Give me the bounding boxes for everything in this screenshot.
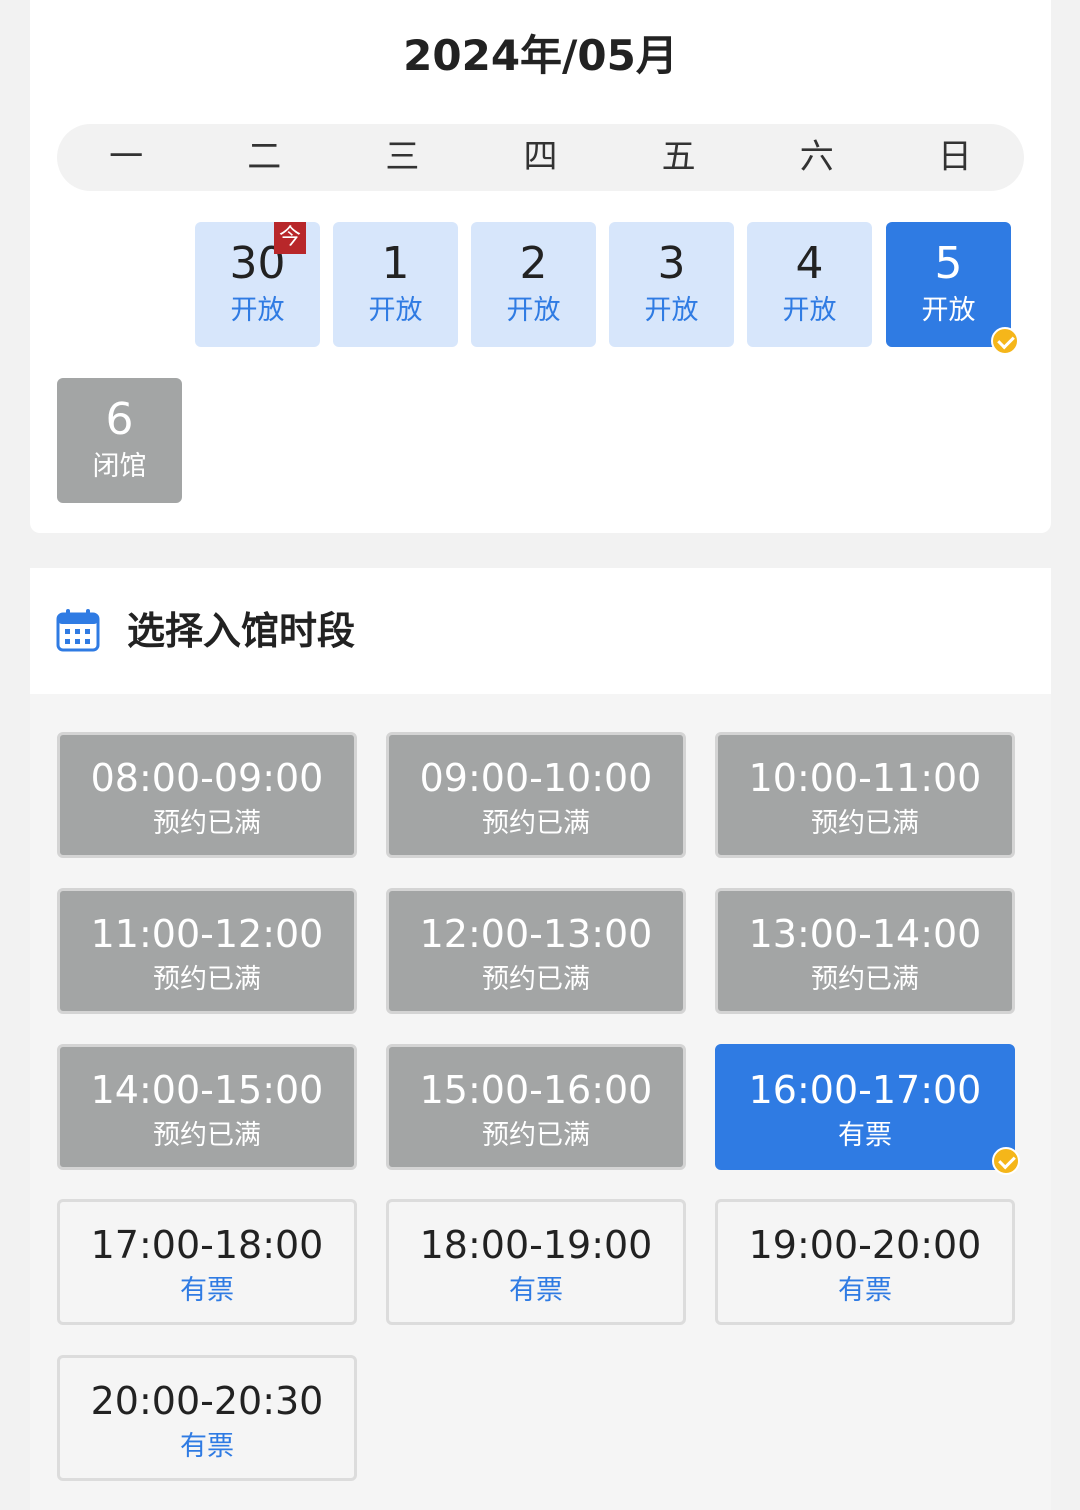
slot-time: 11:00-12:00 bbox=[90, 912, 324, 956]
day-cell-6: 6 闭馆 bbox=[57, 378, 182, 503]
time-slot: 11:00-12:00 预约已满 bbox=[57, 888, 357, 1014]
slot-status: 有票 bbox=[180, 1431, 234, 1462]
weekday-tue: 二 bbox=[247, 137, 282, 177]
weekday-sun: 日 bbox=[937, 137, 972, 177]
day-number: 3 bbox=[657, 238, 686, 289]
time-slot: 12:00-13:00 预约已满 bbox=[386, 888, 686, 1014]
slot-status: 预约已满 bbox=[811, 808, 919, 839]
time-slot-grid: 08:00-09:00 预约已满 09:00-10:00 预约已满 10:00-… bbox=[30, 694, 1051, 1510]
slot-status: 预约已满 bbox=[153, 1120, 261, 1151]
slots-header: 选择入馆时段 bbox=[30, 568, 1051, 694]
day-cell-3[interactable]: 3 开放 bbox=[609, 222, 734, 347]
time-slot: 14:00-15:00 预约已满 bbox=[57, 1044, 357, 1170]
day-cell-2[interactable]: 2 开放 bbox=[471, 222, 596, 347]
time-slot: 08:00-09:00 预约已满 bbox=[57, 732, 357, 858]
slot-time: 08:00-09:00 bbox=[90, 756, 324, 800]
slot-time: 15:00-16:00 bbox=[419, 1068, 653, 1112]
weekday-thu: 四 bbox=[523, 137, 558, 177]
day-status: 开放 bbox=[506, 295, 561, 326]
slot-status: 预约已满 bbox=[482, 964, 590, 995]
day-number: 2 bbox=[519, 238, 548, 289]
slot-status: 有票 bbox=[838, 1275, 892, 1306]
time-slot[interactable]: 19:00-20:00 有票 bbox=[715, 1199, 1015, 1325]
day-status: 开放 bbox=[230, 295, 285, 326]
time-slot: 10:00-11:00 预约已满 bbox=[715, 732, 1015, 858]
time-slot[interactable]: 20:00-20:30 有票 bbox=[57, 1355, 357, 1481]
slot-time: 19:00-20:00 bbox=[748, 1223, 982, 1267]
slot-status: 有票 bbox=[509, 1275, 563, 1306]
calendar-card: 2024年/05月 一 二 三 四 五 六 日 今 30 开放 1 开放 2 开… bbox=[30, 0, 1051, 533]
today-badge: 今 bbox=[274, 222, 306, 254]
day-number: 1 bbox=[381, 238, 410, 289]
slot-time: 10:00-11:00 bbox=[748, 756, 982, 800]
day-status: 开放 bbox=[368, 295, 423, 326]
slot-time: 17:00-18:00 bbox=[90, 1223, 324, 1267]
slot-time: 09:00-10:00 bbox=[419, 756, 653, 800]
check-icon bbox=[992, 1147, 1020, 1175]
time-slot: 13:00-14:00 预约已满 bbox=[715, 888, 1015, 1014]
day-cell-30[interactable]: 今 30 开放 bbox=[195, 222, 320, 347]
slot-time: 13:00-14:00 bbox=[748, 912, 982, 956]
weekday-sat: 六 bbox=[799, 137, 834, 177]
slot-time: 20:00-20:30 bbox=[90, 1379, 324, 1423]
day-number: 5 bbox=[934, 238, 963, 289]
weekday-wed: 三 bbox=[385, 137, 420, 177]
slot-status: 预约已满 bbox=[482, 1120, 590, 1151]
slot-status: 预约已满 bbox=[811, 964, 919, 995]
day-cell-1[interactable]: 1 开放 bbox=[333, 222, 458, 347]
day-status: 开放 bbox=[921, 295, 976, 326]
slot-status: 预约已满 bbox=[153, 964, 261, 995]
day-number: 6 bbox=[105, 394, 134, 445]
day-cell-5-selected[interactable]: 5 开放 bbox=[886, 222, 1019, 355]
slot-time: 18:00-19:00 bbox=[419, 1223, 653, 1267]
slot-time: 14:00-15:00 bbox=[90, 1068, 324, 1112]
day-status: 开放 bbox=[782, 295, 837, 326]
time-slot-selected[interactable]: 16:00-17:00 有票 bbox=[715, 1044, 1020, 1175]
slot-status: 有票 bbox=[180, 1275, 234, 1306]
slot-status: 有票 bbox=[838, 1120, 892, 1151]
weekday-header: 一 二 三 四 五 六 日 bbox=[57, 124, 1024, 191]
slot-status: 预约已满 bbox=[482, 808, 590, 839]
month-title: 2024年/05月 bbox=[403, 31, 678, 80]
slot-time: 16:00-17:00 bbox=[748, 1068, 982, 1112]
weekday-mon: 一 bbox=[109, 137, 144, 177]
time-slot[interactable]: 18:00-19:00 有票 bbox=[386, 1199, 686, 1325]
slot-status: 预约已满 bbox=[153, 808, 261, 839]
section-title: 选择入馆时段 bbox=[127, 609, 356, 653]
calendar-icon bbox=[56, 609, 100, 652]
day-cell-4[interactable]: 4 开放 bbox=[747, 222, 872, 347]
time-slot: 15:00-16:00 预约已满 bbox=[386, 1044, 686, 1170]
day-status: 闭馆 bbox=[92, 451, 147, 482]
day-number: 4 bbox=[795, 238, 824, 289]
time-slot[interactable]: 17:00-18:00 有票 bbox=[57, 1199, 357, 1325]
weekday-fri: 五 bbox=[661, 137, 696, 177]
slot-time: 12:00-13:00 bbox=[419, 912, 653, 956]
day-status: 开放 bbox=[644, 295, 699, 326]
check-icon bbox=[991, 327, 1019, 355]
time-slot: 09:00-10:00 预约已满 bbox=[386, 732, 686, 858]
